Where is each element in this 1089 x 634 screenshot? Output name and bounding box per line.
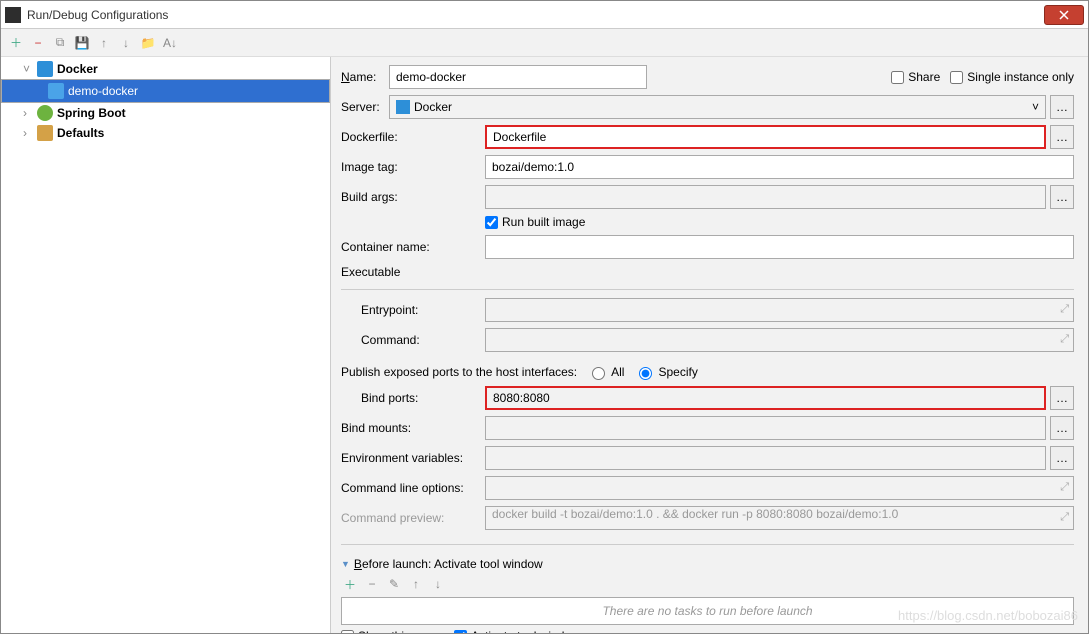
env-field[interactable]: [485, 446, 1046, 470]
build-args-label: Build args:: [341, 190, 485, 204]
container-name-label: Container name:: [341, 240, 485, 254]
command-field[interactable]: ⤢: [485, 328, 1074, 352]
preview-field: docker build -t bozai/demo:1.0 . && dock…: [485, 506, 1074, 530]
server-browse-button[interactable]: …: [1050, 95, 1074, 119]
bind-mounts-browse-button[interactable]: …: [1050, 416, 1074, 440]
app-icon: [5, 7, 21, 23]
docker-icon: [396, 100, 410, 114]
single-instance-checkbox[interactable]: Single instance only: [950, 70, 1074, 84]
expand-icon[interactable]: ⤢: [1060, 511, 1069, 524]
build-args-field[interactable]: [485, 185, 1046, 209]
expand-icon[interactable]: ⤢: [1060, 303, 1069, 316]
add-task-icon[interactable]: ＋: [341, 575, 359, 593]
before-launch-header[interactable]: ▼ Before launch: Activate tool window: [341, 557, 1074, 571]
remove-config-icon[interactable]: −: [29, 34, 47, 52]
close-icon: [1059, 10, 1069, 20]
spring-icon: [37, 105, 53, 121]
chevron-down-icon: ˅: [23, 62, 37, 76]
bind-ports-field[interactable]: [485, 386, 1046, 410]
tree-defaults[interactable]: › Defaults: [1, 123, 330, 143]
publish-specify-radio[interactable]: Specify: [634, 364, 697, 380]
tree-docker[interactable]: ˅ Docker: [1, 59, 330, 79]
dialog-title: Run/Debug Configurations: [27, 8, 1044, 22]
expand-icon[interactable]: ⤢: [1060, 333, 1069, 346]
image-tag-label: Image tag:: [341, 160, 485, 174]
env-label: Environment variables:: [341, 451, 485, 465]
docker-icon: [37, 61, 53, 77]
env-browse-button[interactable]: …: [1050, 446, 1074, 470]
move-down-icon[interactable]: ↓: [117, 34, 135, 52]
build-args-browse-button[interactable]: …: [1050, 185, 1074, 209]
config-form: Name: Share Single instance only Server:…: [331, 57, 1088, 633]
expand-icon[interactable]: ⤢: [1060, 481, 1069, 494]
copy-config-icon[interactable]: ⧉: [51, 34, 69, 52]
triangle-down-icon: ▼: [341, 559, 350, 569]
tree-demo-docker[interactable]: demo-docker: [1, 79, 330, 103]
entrypoint-label: Entrypoint:: [361, 303, 485, 317]
cmd-opts-field[interactable]: ⤢: [485, 476, 1074, 500]
chevron-right-icon: ›: [23, 126, 37, 140]
close-button[interactable]: [1044, 5, 1084, 25]
tree-demo-label: demo-docker: [68, 84, 138, 98]
bind-ports-browse-button[interactable]: …: [1050, 386, 1074, 410]
name-label: Name:: [341, 70, 389, 84]
add-config-icon[interactable]: ＋: [7, 34, 25, 52]
dockerfile-field[interactable]: [485, 125, 1046, 149]
container-name-field[interactable]: [485, 235, 1074, 259]
divider: [341, 544, 1074, 545]
sort-icon[interactable]: A↓: [161, 34, 179, 52]
chevron-right-icon: ›: [23, 106, 37, 120]
show-this-page-checkbox[interactable]: Show this page: [341, 629, 440, 633]
tree-spring-label: Spring Boot: [57, 106, 126, 120]
dockerfile-browse-button[interactable]: …: [1050, 125, 1074, 149]
bind-ports-label: Bind ports:: [361, 391, 485, 405]
tree-defaults-label: Defaults: [57, 126, 104, 140]
title-bar: Run/Debug Configurations: [1, 1, 1088, 29]
divider: [341, 289, 1074, 290]
config-toolbar: ＋ − ⧉ 💾 ↑ ↓ 📁 A↓: [1, 29, 1088, 57]
dockerfile-label: Dockerfile:: [341, 130, 485, 144]
publish-all-radio[interactable]: All: [587, 364, 624, 380]
tree-docker-label: Docker: [57, 62, 98, 76]
config-tree: ˅ Docker demo-docker › Spring Boot › Def…: [1, 57, 331, 633]
bind-mounts-field[interactable]: [485, 416, 1046, 440]
publish-label: Publish exposed ports to the host interf…: [341, 365, 577, 379]
image-tag-field[interactable]: [485, 155, 1074, 179]
defaults-icon: [37, 125, 53, 141]
run-built-checkbox[interactable]: Run built image: [485, 215, 585, 229]
name-field[interactable]: [389, 65, 647, 89]
remove-task-icon[interactable]: −: [363, 575, 381, 593]
save-config-icon[interactable]: 💾: [73, 34, 91, 52]
preview-label: Command preview:: [341, 511, 485, 525]
command-label: Command:: [361, 333, 485, 347]
task-up-icon[interactable]: ↑: [407, 575, 425, 593]
docker-run-icon: [48, 83, 64, 99]
bind-mounts-label: Bind mounts:: [341, 421, 485, 435]
move-up-icon[interactable]: ↑: [95, 34, 113, 52]
task-down-icon[interactable]: ↓: [429, 575, 447, 593]
entrypoint-field[interactable]: ⤢: [485, 298, 1074, 322]
tree-spring-boot[interactable]: › Spring Boot: [1, 103, 330, 123]
share-checkbox[interactable]: Share: [891, 70, 940, 84]
edit-task-icon[interactable]: ✎: [385, 575, 403, 593]
folder-icon[interactable]: 📁: [139, 34, 157, 52]
activate-tool-window-checkbox[interactable]: Activate tool window: [454, 629, 580, 633]
cmd-opts-label: Command line options:: [341, 481, 485, 495]
server-label: Server:: [341, 100, 389, 114]
server-select[interactable]: Docker ˅: [389, 95, 1046, 119]
before-launch-list: There are no tasks to run before launch: [341, 597, 1074, 625]
executable-section-label: Executable: [341, 265, 1074, 279]
